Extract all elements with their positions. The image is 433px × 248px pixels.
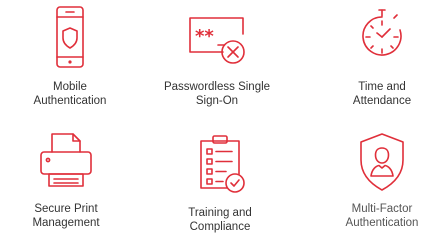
password-x-icon: ** bbox=[189, 17, 245, 64]
printer-icon bbox=[40, 133, 92, 187]
tile-label: Time and Attendance bbox=[352, 81, 412, 107]
tile-label: Secure Print Management bbox=[32, 203, 100, 229]
tile-label: Passwordless Single Sign-On bbox=[163, 81, 271, 107]
tile-label: Multi-Factor Authentication bbox=[345, 203, 419, 229]
tile-training-compliance: Training and Compliance bbox=[165, 130, 275, 234]
tile-passwordless-sso: ** Passwordless Single Sign-On bbox=[155, 4, 279, 108]
shield-user-icon bbox=[360, 133, 404, 191]
tile-secure-print: Secure Print Management bbox=[11, 130, 121, 230]
tile-multi-factor-auth: Multi-Factor Authentication bbox=[331, 130, 433, 230]
tile-time-attendance: Time and Attendance bbox=[334, 4, 430, 108]
tile-label: Mobile Authentication bbox=[33, 81, 107, 107]
password-asterisks: ** bbox=[195, 26, 214, 47]
stopwatch-icon bbox=[362, 9, 402, 56]
checklist-icon bbox=[200, 135, 245, 193]
phone-shield-icon bbox=[56, 6, 84, 68]
tile-mobile-authentication: Mobile Authentication bbox=[22, 4, 118, 108]
tile-label: Training and Compliance bbox=[188, 207, 252, 233]
